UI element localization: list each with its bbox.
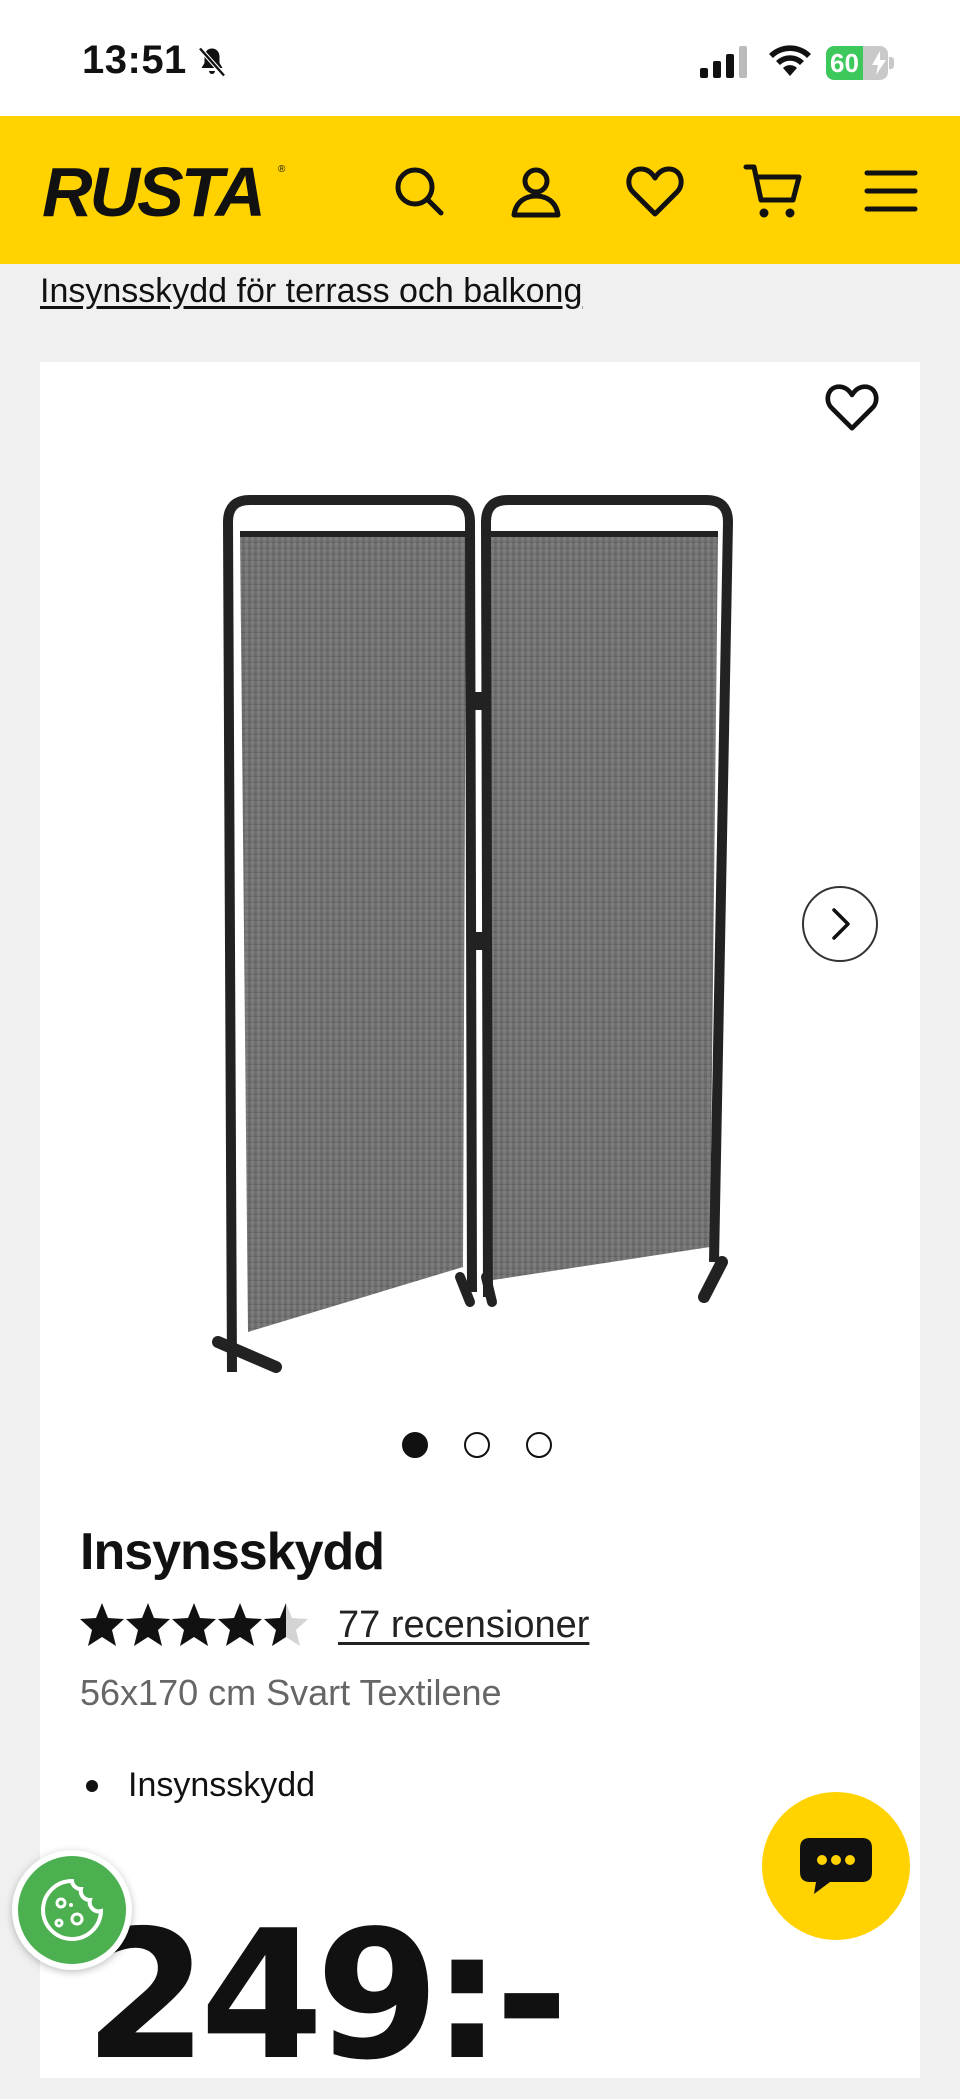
image-dot-1[interactable] <box>402 1432 428 1458</box>
image-dot-3[interactable] <box>526 1432 552 1458</box>
menu-icon[interactable] <box>860 160 922 222</box>
chevron-right-icon <box>832 908 850 940</box>
add-to-wishlist-heart-icon[interactable] <box>824 382 892 444</box>
reviews-link[interactable]: 77 recensioner <box>338 1604 589 1647</box>
cookie-icon <box>41 1878 104 1941</box>
product-title: Insynsskydd <box>80 1523 385 1581</box>
account-icon[interactable] <box>505 160 567 222</box>
status-bar: 13:51 60 <box>0 0 960 116</box>
product-image[interactable] <box>188 462 778 1392</box>
rating-stars-icon <box>80 1603 308 1646</box>
cart-icon[interactable] <box>742 160 804 222</box>
svg-text:RUSTA: RUSTA <box>42 158 263 224</box>
image-dot-2[interactable] <box>464 1432 490 1458</box>
wifi-icon <box>769 45 811 76</box>
product-rating: 77 recensioner <box>78 1600 589 1650</box>
signal-icon <box>700 46 747 78</box>
product-features: Insynsskydd <box>80 1766 315 1805</box>
site-header: RUSTA ® <box>0 116 960 264</box>
chat-bubble-icon <box>800 1838 872 1894</box>
search-icon[interactable] <box>388 160 450 222</box>
chat-button[interactable] <box>762 1792 910 1940</box>
svg-text:®: ® <box>278 164 286 175</box>
wishlist-heart-icon[interactable] <box>624 160 686 222</box>
status-time: 13:51 <box>82 38 187 82</box>
bell-slash-icon <box>198 47 226 77</box>
breadcrumb-link[interactable]: Insynsskydd för terrass och balkong <box>40 272 582 311</box>
next-image-button[interactable] <box>802 886 878 962</box>
cookie-settings-button[interactable] <box>12 1850 132 1970</box>
rusta-logo[interactable]: RUSTA ® <box>40 158 290 224</box>
product-price: 249:- <box>84 1892 569 2099</box>
image-pagination <box>402 1432 552 1458</box>
battery-charging-icon: 60 <box>826 46 894 80</box>
list-item: Insynsskydd <box>80 1766 315 1805</box>
product-variant: 56x170 cm Svart Textilene <box>80 1672 502 1713</box>
battery-percent: 60 <box>830 48 859 78</box>
